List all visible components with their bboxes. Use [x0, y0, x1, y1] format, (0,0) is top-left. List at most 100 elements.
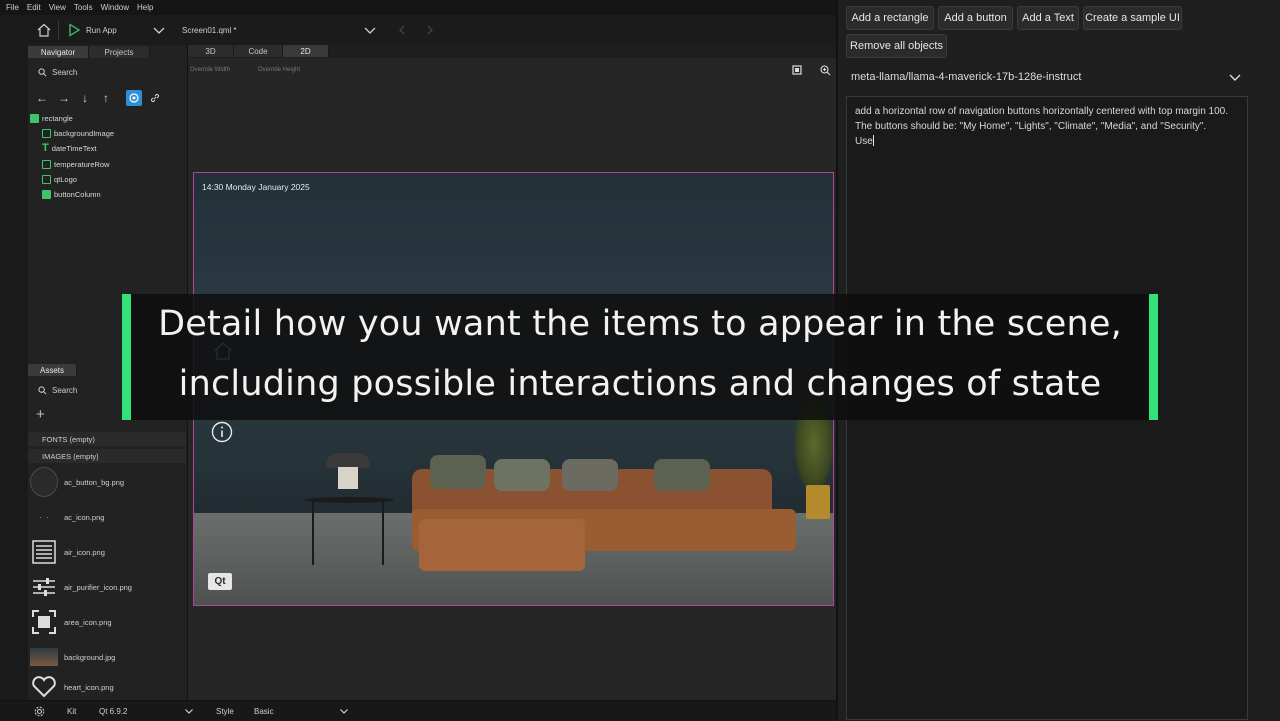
model-name: meta-llama/llama-4-maverick-17b-128e-ins…	[851, 71, 1082, 83]
add-button-button[interactable]: Add a button	[938, 6, 1013, 30]
tree-item-label: buttonColumn	[54, 189, 101, 199]
add-rectangle-button[interactable]: Add a rectangle	[846, 6, 934, 30]
canvas-toolbar: Override Width Override Height	[188, 62, 836, 82]
gear-icon	[34, 706, 45, 716]
asset-name: ac_button_bg.png	[64, 477, 125, 487]
home-button[interactable]	[36, 15, 52, 45]
asset-item[interactable]: ac_button_bg.png	[28, 465, 186, 499]
tree-item-qtlogo[interactable]: qtLogo	[42, 172, 77, 186]
tab-projects[interactable]: Projects	[89, 46, 150, 58]
sliders-thumb-icon	[30, 573, 58, 601]
kit-dropdown[interactable]	[184, 701, 194, 721]
kit-selector[interactable]: Qt 6.9.2	[99, 701, 127, 721]
subtitle-line-1: Detail how you want the items to appear …	[158, 304, 1122, 344]
asset-item[interactable]: area_icon.png	[28, 605, 186, 639]
override-height-field[interactable]: Override Height	[258, 67, 300, 73]
run-app-button[interactable]: Run App	[66, 15, 117, 45]
navigator-search[interactable]: Search	[38, 65, 77, 79]
cushion	[494, 459, 550, 491]
settings-button[interactable]	[34, 701, 45, 721]
add-text-button[interactable]: Add a Text	[1017, 6, 1079, 30]
info-icon[interactable]	[211, 421, 233, 445]
row-icon	[42, 159, 51, 169]
tree-item-backgroundimage[interactable]: backgroundImage	[42, 126, 114, 140]
zoom-icon[interactable]	[820, 65, 831, 78]
menu-help[interactable]: Help	[137, 3, 153, 12]
qt-logo: Qt	[208, 573, 232, 590]
link-button[interactable]	[147, 90, 163, 106]
link-icon	[150, 93, 160, 103]
run-dropdown[interactable]	[152, 15, 166, 45]
tree-item-buttoncolumn[interactable]: buttonColumn	[42, 187, 101, 201]
sofa-chaise	[419, 519, 585, 571]
tree-item-datetimetext[interactable]: T dateTimeText	[42, 141, 96, 155]
file-selector[interactable]: Screen01.qml *	[182, 15, 236, 45]
tab-navigator[interactable]: Navigator	[28, 46, 89, 58]
tree-item-rectangle[interactable]: rectangle	[30, 111, 73, 125]
asset-item[interactable]: heart_icon.png	[28, 675, 186, 699]
asset-item[interactable]: background.jpg	[28, 640, 186, 674]
tab-assets[interactable]: Assets	[28, 364, 77, 376]
add-asset-button[interactable]: +	[36, 406, 45, 423]
create-sample-ui-button[interactable]: Create a sample UI	[1083, 6, 1182, 30]
asset-item[interactable]: air_purifier_icon.png	[28, 570, 186, 604]
asset-item[interactable]: · · ac_icon.png	[28, 500, 186, 534]
tree-item-label: backgroundImage	[54, 128, 115, 138]
cushion	[430, 455, 486, 489]
asset-name: ac_icon.png	[64, 512, 105, 522]
menu-tools[interactable]: Tools	[74, 3, 93, 12]
tree-item-temperaturerow[interactable]: temperatureRow	[42, 157, 109, 171]
arrow-down-icon: ↓	[82, 91, 88, 105]
datetime-text: 14:30 Monday January 2025	[202, 182, 310, 192]
remove-all-objects-button[interactable]: Remove all objects	[846, 34, 947, 58]
filter-button[interactable]	[126, 90, 142, 106]
move-up-button[interactable]: ↑	[98, 90, 114, 106]
search-icon	[38, 67, 47, 76]
search-icon	[38, 385, 47, 394]
style-dropdown[interactable]	[339, 701, 349, 721]
style-selector[interactable]: Basic	[254, 701, 274, 721]
cushion	[654, 459, 710, 491]
menu-view[interactable]: View	[49, 3, 66, 12]
chevron-down-icon	[364, 27, 376, 34]
move-left-button[interactable]: ←	[34, 90, 50, 106]
tab-3d[interactable]: 3D	[188, 45, 234, 57]
plus-icon: +	[36, 406, 45, 423]
subtitle-line-2: including possible interactions and chan…	[178, 364, 1102, 404]
back-button[interactable]	[396, 15, 408, 45]
chevron-down-icon	[340, 709, 348, 714]
image-icon	[42, 128, 51, 138]
heart-thumb-icon	[30, 675, 58, 699]
left-tabs: Navigator Projects	[28, 46, 150, 58]
menu-file[interactable]: File	[6, 3, 19, 12]
fit-view-icon[interactable]	[792, 65, 802, 77]
search-label: Search	[52, 67, 78, 77]
menu-bar: File Edit View Tools Window Help	[0, 0, 836, 15]
chevron-down-icon	[1229, 74, 1241, 81]
tree-item-label: dateTimeText	[51, 143, 97, 153]
fonts-section[interactable]: FONTS (empty)	[28, 432, 186, 446]
forward-button[interactable]	[424, 15, 436, 45]
asset-name: air_icon.png	[64, 547, 105, 557]
file-dropdown[interactable]	[363, 15, 377, 45]
model-selector[interactable]: meta-llama/llama-4-maverick-17b-128e-ins…	[846, 66, 1248, 88]
chevron-left-icon	[399, 25, 405, 35]
kit-label: Kit	[67, 706, 77, 716]
subtitle-overlay: Detail how you want the items to appear …	[122, 294, 1158, 420]
asset-name: air_purifier_icon.png	[64, 582, 132, 592]
menu-edit[interactable]: Edit	[27, 3, 41, 12]
area-thumb-icon	[30, 608, 58, 636]
menu-window[interactable]: Window	[101, 3, 129, 12]
assets-search[interactable]: Search	[38, 383, 77, 397]
move-right-button[interactable]: →	[56, 90, 72, 106]
run-app-label: Run App	[86, 25, 117, 35]
override-width-field[interactable]: Override Width	[190, 67, 230, 73]
tab-code[interactable]: Code	[234, 45, 283, 57]
move-down-button[interactable]: ↓	[77, 90, 93, 106]
images-section[interactable]: IMAGES (empty)	[28, 449, 186, 463]
side-table-leg	[382, 501, 384, 565]
asset-item[interactable]: air_icon.png	[28, 535, 186, 569]
main-toolbar: Run App Screen01.qml *	[0, 15, 836, 46]
arrow-up-icon: ↑	[103, 91, 109, 105]
tab-2d[interactable]: 2D	[283, 45, 329, 57]
